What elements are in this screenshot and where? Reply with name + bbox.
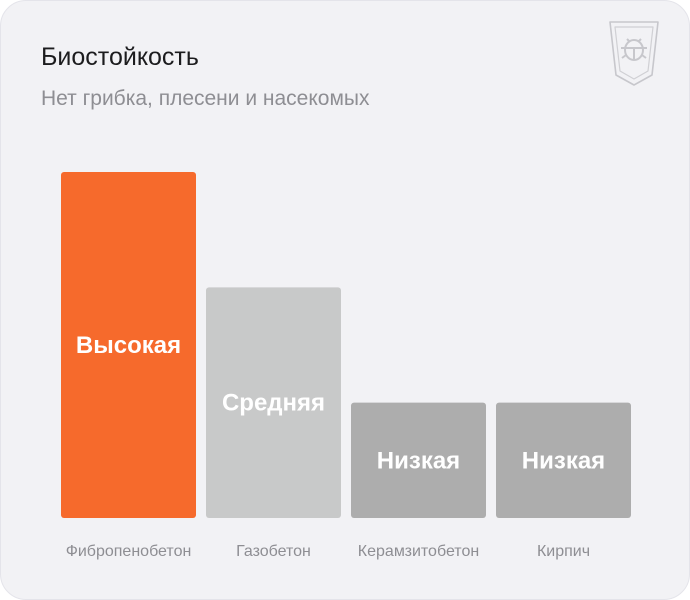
- category-label: Кирпич: [537, 543, 590, 560]
- biostability-card: Биостойкость Нет грибка, плесени и насек…: [0, 0, 690, 600]
- bar-value-label: Низкая: [522, 447, 605, 474]
- category-label: Газобетон: [236, 543, 311, 560]
- category-label: Керамзитобетон: [358, 543, 479, 560]
- bar-value-label: Средняя: [222, 390, 325, 417]
- bar-value-label: Низкая: [377, 447, 460, 474]
- biostability-bar-chart: Высокая Фибропенобетон Средняя Газобетон Низ…: [61, 172, 631, 560]
- category-label: Фибропенобетон: [66, 543, 192, 560]
- bar-value-label: Высокая: [76, 332, 181, 359]
